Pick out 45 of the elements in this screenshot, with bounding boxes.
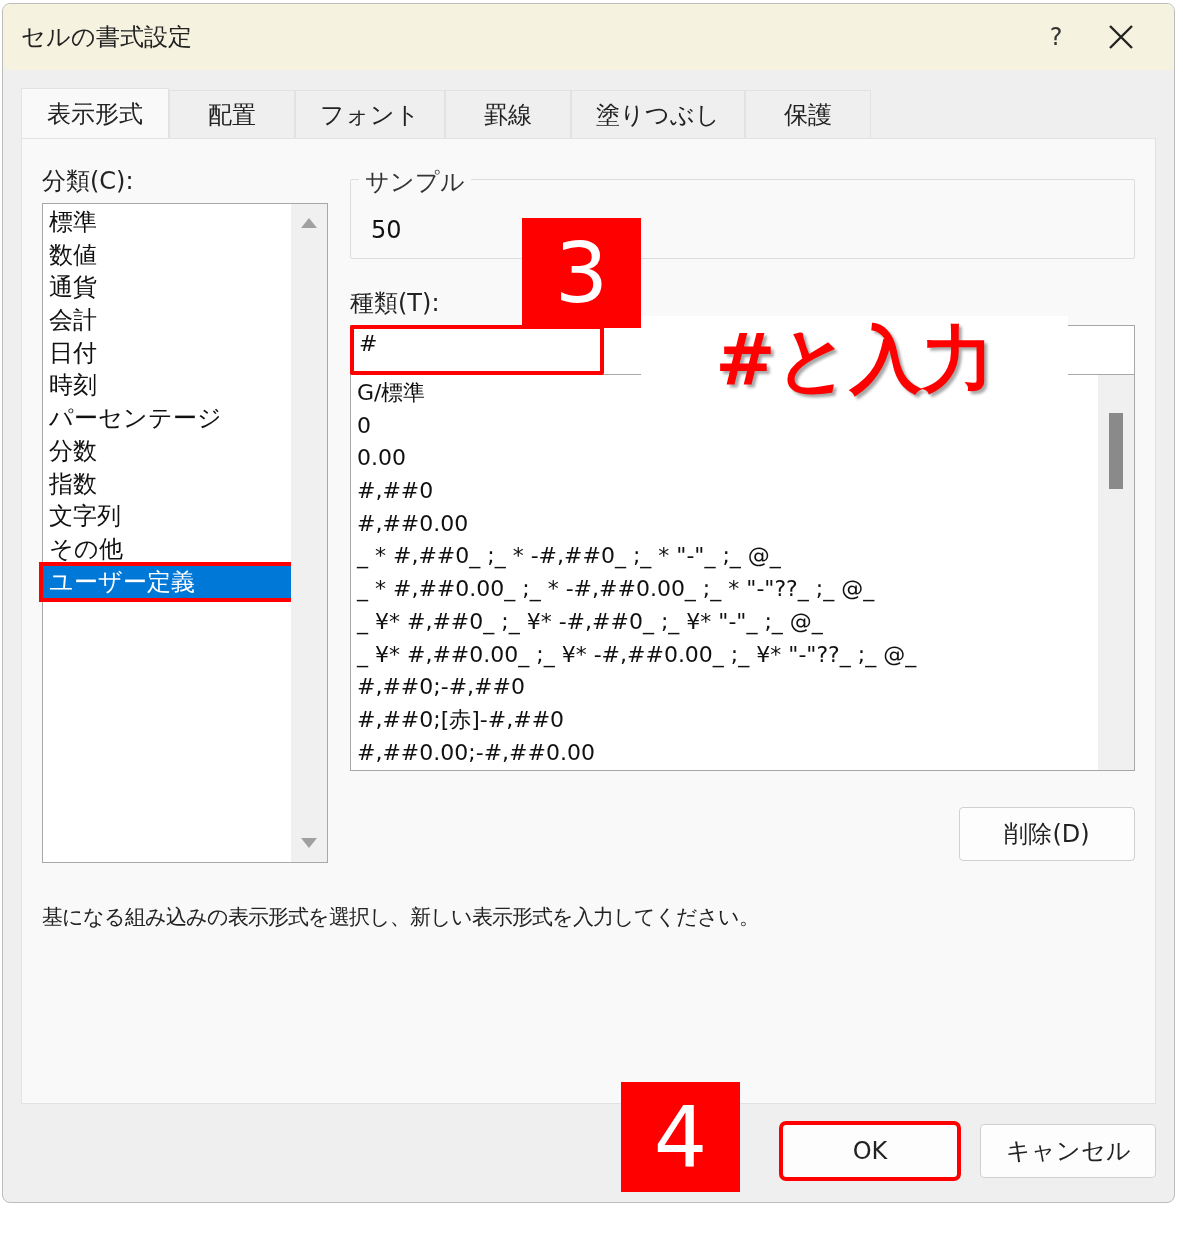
tab[interactable]: 配置 — [169, 90, 295, 138]
help-button[interactable]: ? — [1026, 12, 1086, 62]
scrollbar[interactable] — [291, 204, 327, 862]
scrollbar[interactable] — [1098, 375, 1134, 770]
format-item[interactable]: #,##0;-#,##0 — [357, 671, 1098, 704]
category-item[interactable]: 時刻 — [43, 369, 291, 403]
tab[interactable]: 塗りつぶし — [571, 90, 745, 138]
delete-button[interactable]: 削除(D) — [959, 807, 1135, 861]
category-item[interactable]: 会計 — [43, 304, 291, 337]
scrollbar-thumb[interactable] — [1109, 413, 1123, 489]
category-item[interactable]: その他 — [43, 532, 291, 566]
window-title: セルの書式設定 — [21, 22, 193, 53]
step-number: 4 — [621, 1082, 740, 1192]
format-item[interactable]: _ ¥* #,##0_ ;_ ¥* -#,##0_ ;_ ¥* "-"_ ;_ @_ — [357, 605, 1098, 639]
category-item[interactable]: 標準 — [43, 206, 291, 239]
format-item[interactable]: _ * #,##0_ ;_ * -#,##0_ ;_ * "-"_ ;_ @_ — [357, 540, 1098, 574]
step-number: 3 — [522, 218, 641, 328]
type-label: 種類(T): — [350, 288, 441, 317]
ok-button[interactable]: OK — [782, 1124, 958, 1178]
sample-value: 50 — [371, 216, 402, 244]
tab[interactable]: 保護 — [745, 90, 871, 138]
format-item[interactable]: _ * #,##0.00_ ;_ * -#,##0.00_ ;_ * "-"??_ ;_ @_ — [357, 573, 1098, 606]
category-label: 分類(C): — [42, 166, 135, 197]
format-item[interactable]: _ ¥* #,##0.00_ ;_ ¥* -#,##0.00_ ;_ ¥* "-"??_ ;_ @_ — [357, 638, 1098, 672]
category-item[interactable]: 数値 — [43, 238, 291, 272]
category-item[interactable]: 分数 — [43, 434, 291, 468]
description-text: 基になる組み込みの表示形式を選択し、新しい表示形式を入力してください。 — [42, 904, 760, 931]
tab[interactable]: 表示形式 — [21, 88, 169, 138]
format-item[interactable]: #,##0;[赤]-#,##0 — [357, 703, 1098, 737]
tab[interactable]: 罫線 — [445, 90, 571, 138]
format-item[interactable]: #,##0.00 — [357, 507, 1098, 541]
format-item[interactable]: #,##0 — [357, 475, 1098, 508]
category-item[interactable]: 日付 — [43, 336, 291, 370]
scroll-up-icon[interactable] — [301, 218, 317, 228]
format-item[interactable]: 0 — [357, 409, 1098, 443]
tab[interactable]: フォント — [295, 90, 445, 138]
cancel-button[interactable]: キャンセル — [980, 1124, 1156, 1178]
category-item[interactable]: 文字列 — [43, 500, 291, 533]
category-item[interactable]: パーセンテージ — [43, 402, 291, 435]
category-item[interactable]: 指数 — [43, 467, 291, 501]
format-item[interactable]: 0.00 — [357, 442, 1098, 476]
close-icon[interactable] — [1109, 25, 1133, 49]
category-item[interactable]: 通貨 — [43, 271, 291, 305]
scroll-down-icon[interactable] — [301, 838, 317, 848]
format-item[interactable]: #,##0.00;-#,##0.00 — [357, 736, 1098, 770]
